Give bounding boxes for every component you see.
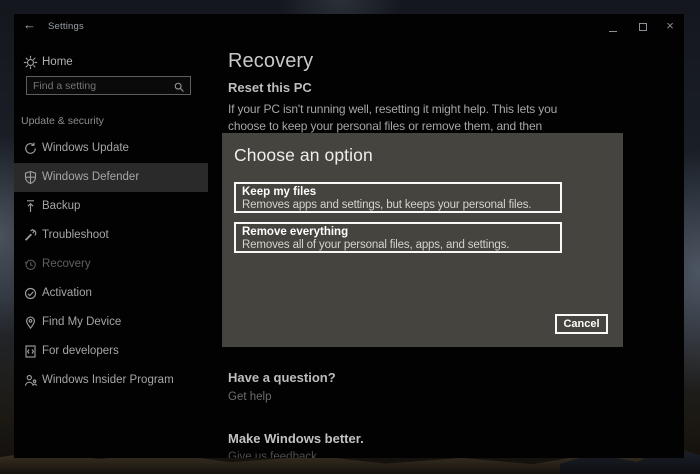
have-a-question-heading: Have a question? [228,370,336,385]
shield-icon [23,170,38,185]
map-pin-icon [23,315,38,330]
dialog-title: Choose an option [234,145,373,166]
check-circle-icon [23,286,38,301]
people-icon [23,373,38,388]
sidebar-item-activation[interactable]: Activation [14,279,208,308]
sync-icon [23,141,38,156]
sidebar-item-find-my-device[interactable]: Find My Device [14,308,208,337]
sidebar-item-label: Recovery [42,258,91,270]
option-description: Removes apps and settings, but keeps you… [242,199,554,212]
reset-body-line: If your PC isn't running well, resetting… [228,102,557,116]
get-help-link[interactable]: Get help [228,391,271,403]
sidebar-item-windows-insider-program[interactable]: Windows Insider Program [14,366,208,395]
back-arrow-icon[interactable]: ← [23,17,36,32]
code-window-icon [23,344,38,359]
sidebar-item-backup[interactable]: Backup [14,192,208,221]
sidebar-item-windows-defender[interactable]: Windows Defender [14,163,208,192]
sidebar: Home Update & security Windows Update [14,38,208,458]
keep-my-files-option[interactable]: Keep my files Removes apps and settings,… [234,182,562,213]
sidebar-item-home[interactable]: Home [14,48,208,72]
make-windows-better-heading: Make Windows better. [228,431,364,446]
sidebar-item-label: Troubleshoot [42,229,109,241]
choose-an-option-dialog: Choose an option Keep my files Removes a… [222,133,623,347]
sidebar-item-label: Windows Defender [42,171,139,183]
sidebar-nav: Windows Update Windows Defender Backup [14,134,208,395]
option-description: Removes all of your personal files, apps… [242,239,554,252]
page-title: Recovery [228,50,313,73]
search-icon[interactable] [173,80,185,92]
desktop-wallpaper: ← Settings × Home Updat [0,0,700,474]
sidebar-item-label: Windows Update [42,142,129,154]
cancel-button[interactable]: Cancel [555,314,608,334]
wrench-icon [23,228,38,243]
reset-this-pc-heading: Reset this PC [228,80,312,95]
backup-arrow-icon [23,199,38,214]
remove-everything-option[interactable]: Remove everything Removes all of your pe… [234,222,562,253]
sidebar-item-label: Windows Insider Program [42,374,174,386]
sidebar-item-label: Find My Device [42,316,121,328]
search-input[interactable] [33,77,171,94]
sidebar-item-troubleshoot[interactable]: Troubleshoot [14,221,208,250]
sidebar-item-label: Activation [42,287,92,299]
sidebar-section-header: Update & security [21,115,104,127]
sidebar-item-label: Backup [42,200,80,212]
sidebar-item-label: Home [42,56,73,68]
sidebar-item-for-developers[interactable]: For developers [14,337,208,366]
search-box[interactable] [26,76,191,95]
reset-body-line: choose to keep your personal files or re… [228,119,542,133]
option-title: Keep my files [242,186,554,199]
window-title: Settings [48,21,84,32]
option-title: Remove everything [242,226,554,239]
settings-window: ← Settings × Home Updat [14,14,684,458]
gear-icon [23,55,38,70]
sidebar-item-label: For developers [42,345,119,357]
give-feedback-link[interactable]: Give us feedback [228,451,317,458]
sidebar-item-recovery[interactable]: Recovery [14,250,208,279]
sidebar-item-windows-update[interactable]: Windows Update [14,134,208,163]
history-clock-icon [23,257,38,272]
